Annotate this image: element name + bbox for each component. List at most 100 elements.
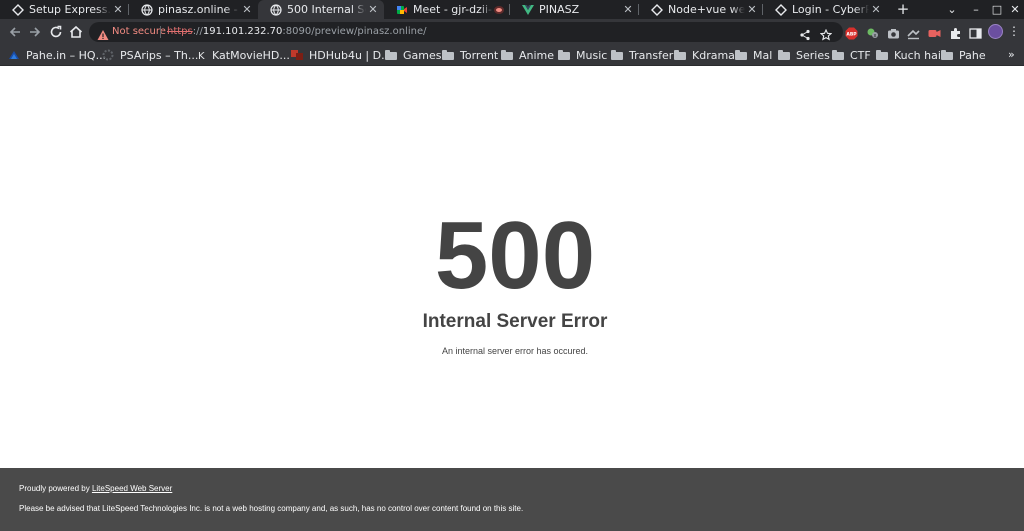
url-separator: :// [192,26,203,37]
svg-text:ABP: ABP [846,32,857,38]
browser-toolbar: Not secure https://191.101.232.70:8090/p… [0,19,1024,44]
bookmark-folder-anime[interactable]: Anime [501,44,554,66]
bookmark-folder-mal[interactable]: Mal [735,44,772,66]
tab-title: Setup Express.js A [29,3,111,16]
share-icon[interactable] [799,26,811,41]
tab-meet[interactable]: Meet - gjr-dzii- [384,0,510,19]
folder-icon [778,50,790,60]
bookmark-label: Music [576,48,608,62]
bookmark-label: Kuch hai [894,48,941,62]
security-label[interactable]: Not secure [112,22,166,42]
bookmark-folder-torrent[interactable]: Torrent [442,44,498,66]
warning-icon[interactable] [97,26,109,40]
bookmark-folder-transfer[interactable]: Transfer [611,44,673,66]
psa-icon [102,49,114,61]
tab-close-icon[interactable]: ✕ [745,3,759,16]
screen-recorder-icon[interactable] [928,25,941,38]
tab-title: pinasz.online - Cyb [158,3,240,16]
bookmark-psarips[interactable]: PSArips – Th... [102,44,198,66]
download-ext-icon[interactable] [907,25,920,40]
tab-close-icon[interactable]: ✕ [869,3,883,16]
error-title: Internal Server Error [422,311,608,332]
side-panel-icon[interactable] [969,25,982,39]
tab-title: Login - CyberPane [792,3,869,16]
bookmark-folder-games[interactable]: Games [385,44,441,66]
folder-icon [442,50,454,60]
forward-button[interactable] [27,24,43,40]
bookmark-label: Pahe.in – HQ... [26,48,107,62]
page-footer: Proudly powered by LiteSpeed Web Server … [0,468,1024,531]
new-tab-button[interactable]: + [896,0,910,19]
url-text[interactable]: https://191.101.232.70:8090/preview/pina… [167,22,426,42]
tab-500-error[interactable]: 500 Internal Serve ✕ [258,0,384,19]
bookmark-label: Games [403,48,442,62]
adblock-icon[interactable]: ABP [845,25,858,40]
address-bar[interactable]: Not secure https://191.101.232.70:8090/p… [89,22,843,42]
folder-icon [611,50,623,60]
star-icon[interactable] [819,26,833,41]
diamond-icon [775,3,787,16]
bookmark-hdhub4u[interactable]: HDHub4u | D... [291,44,392,66]
powered-by-line: Proudly powered by LiteSpeed Web Server [19,484,172,493]
url-scheme: https [167,26,193,37]
bookmark-label: PSArips – Th... [120,48,199,62]
bookmarks-overflow-button[interactable]: » [1008,44,1015,66]
tab-strip: Setup Express.js A ✕ pinasz.online - Cyb… [0,0,1024,19]
folder-icon [735,50,747,60]
folder-icon [558,50,570,60]
globe-icon [141,3,153,16]
close-window-button[interactable]: ✕ [1007,0,1023,19]
bookmark-folder-kdrama[interactable]: Kdrama [674,44,735,66]
tab-title: 500 Internal Serve [287,3,366,16]
litespeed-link[interactable]: LiteSpeed Web Server [92,484,172,493]
bookmark-katmoviehd[interactable]: K KatMovieHD... [197,44,290,66]
vue-icon [522,4,534,16]
recording-icon [494,5,504,14]
extensions-icon[interactable] [949,25,962,39]
diamond-icon [651,3,663,16]
meet-icon [396,4,408,16]
menu-icon[interactable]: ⋮ [1008,23,1020,39]
tab-pinasz[interactable]: PINASZ ✕ [510,0,639,19]
tab-setup-express[interactable]: Setup Express.js A ✕ [0,0,129,19]
camera-icon[interactable] [887,25,900,39]
bookmark-label: Anime [519,48,555,62]
bookmark-folder-ctf[interactable]: CTF [832,44,871,66]
puzzle-ext-icon[interactable]: x [866,25,879,39]
omnibox-divider [160,26,161,38]
tab-title: PINASZ [539,3,580,16]
reload-icon [50,25,62,38]
bookmark-label: CTF [850,48,871,62]
url-host: 191.101.232.70 [202,26,283,37]
folder-icon [876,50,888,60]
tab-close-icon[interactable]: ✕ [621,3,635,16]
folder-icon [385,50,397,60]
bookmark-label: Series [796,48,830,62]
bookmark-folder-series[interactable]: Series [778,44,830,66]
folder-icon [941,50,953,60]
tab-pinasz-cyberpanel[interactable]: pinasz.online - Cyb ✕ [129,0,258,19]
powered-by-text: Proudly powered by [19,484,92,493]
tab-title: Meet - gjr-dzii- [413,3,492,16]
svg-text:x: x [874,33,877,39]
back-button[interactable] [7,24,23,40]
minimize-button[interactable]: – [968,0,984,19]
profile-avatar[interactable] [988,24,1003,39]
tab-search-button[interactable]: ⌄ [944,0,960,19]
bookmark-folder-kuch-hai[interactable]: Kuch hai [876,44,941,66]
bookmark-folder-music[interactable]: Music [558,44,607,66]
reload-button[interactable] [48,24,64,40]
tab-close-icon[interactable]: ✕ [366,3,380,16]
bookmark-folder-pahe[interactable]: Pahe [941,44,986,66]
disclaimer-text: Please be advised that LiteSpeed Technol… [19,504,524,513]
folder-icon [674,50,686,60]
home-button[interactable] [68,24,84,40]
bookmark-pahe-site[interactable]: Pahe.in – HQ... [8,44,106,66]
tab-login-cyberpanel[interactable]: Login - CyberPane ✕ [763,0,887,19]
maximize-button[interactable]: □ [989,0,1005,19]
tab-node-vue[interactable]: Node+vue website ✕ [639,0,763,19]
bookmark-label: KatMovieHD... [212,48,290,62]
tab-close-icon[interactable]: ✕ [111,3,125,16]
tab-close-icon[interactable]: ✕ [240,3,254,16]
katmovie-icon: K [197,49,207,62]
